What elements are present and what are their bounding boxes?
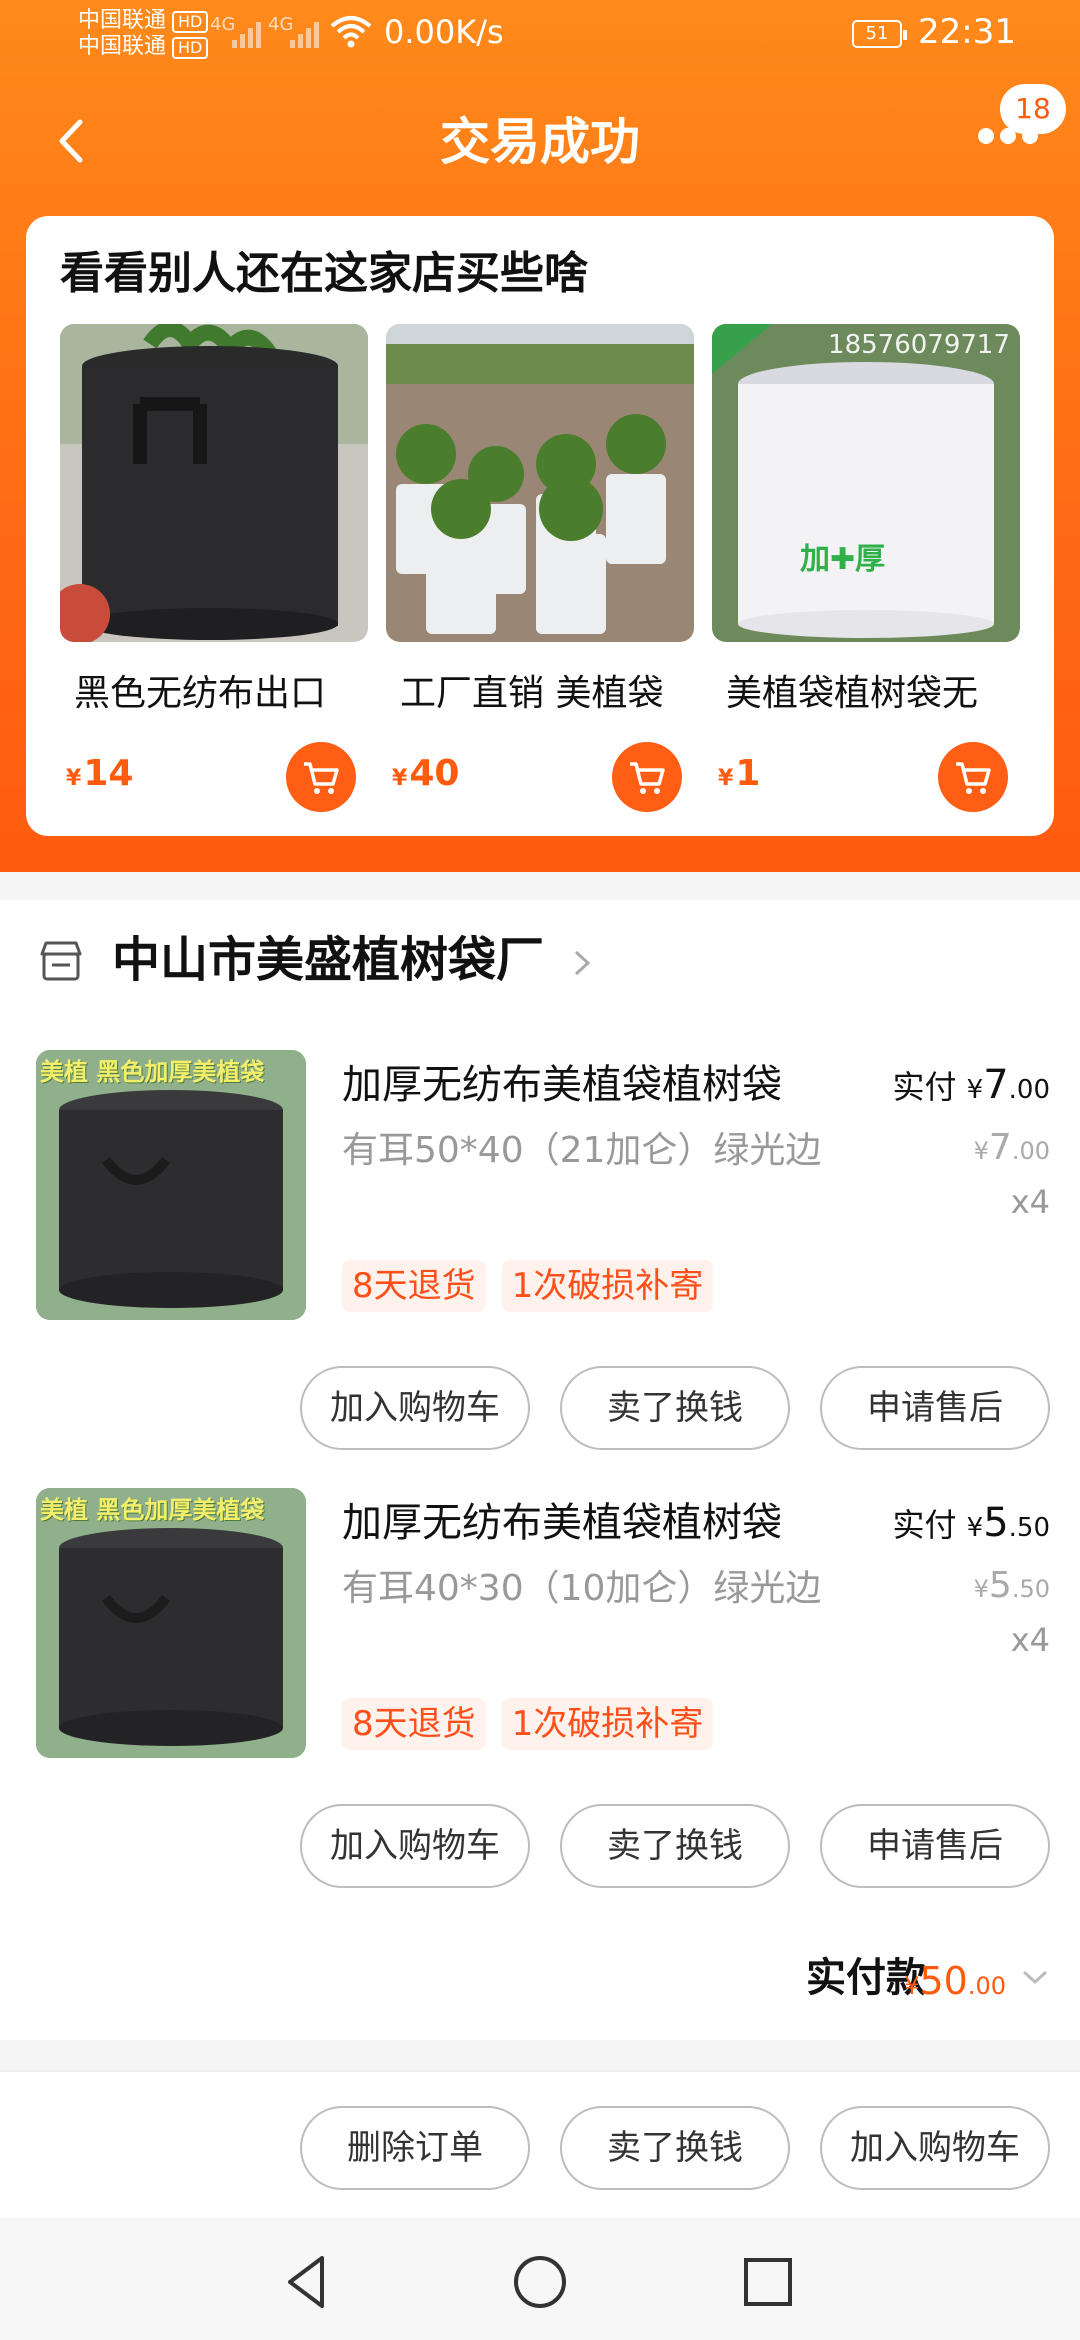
- status-bar: 中国联通 HD 中国联通 HD 4G 4G 0.00K/s 51 22:31: [0, 0, 1080, 80]
- order-item-2-spec: 有耳40*30（10加仑）绿光边: [342, 1568, 822, 1609]
- order-item-2-tags: 8天退货 1次破损补寄: [342, 1698, 714, 1750]
- network-speed: 0.00K/s: [384, 13, 504, 51]
- wifi-icon: [330, 16, 372, 48]
- cart-icon: [956, 762, 991, 794]
- order-item-2-quantity: x4: [1010, 1621, 1050, 1659]
- tag-return: 8天退货: [342, 1698, 486, 1750]
- hd-badge-1: HD: [172, 11, 209, 33]
- rec-item-3[interactable]: 18576079717 加✚厚 美植袋植树袋无 ¥1: [712, 324, 1020, 812]
- total-amount: ¥50.00: [904, 1959, 1006, 2003]
- order-item-1-unit-price: ¥7.00: [973, 1127, 1050, 1168]
- carrier-info: 中国联通 HD 中国联通 HD: [78, 8, 209, 60]
- order-item-1-spec: 有耳50*40（21加仑）绿光边: [342, 1130, 822, 1171]
- shop-name[interactable]: 中山市美盛植树袋厂: [112, 930, 544, 990]
- order-item-1-tags: 8天退货 1次破损补寄: [342, 1260, 714, 1312]
- delete-order-button[interactable]: 删除订单: [300, 2106, 530, 2190]
- rec-item-1-price: ¥14: [66, 753, 134, 794]
- order-item-1-name[interactable]: 加厚无纺布美植袋植树袋: [342, 1058, 782, 1112]
- resell-button[interactable]: 卖了换钱: [560, 1804, 790, 1888]
- rec-item-3-price: ¥1: [718, 753, 761, 794]
- rec-item-2[interactable]: 工厂直销 美植袋 ¥40: [386, 324, 694, 812]
- nav-home-icon[interactable]: [508, 2250, 572, 2314]
- add-to-cart-button[interactable]: 加入购物车: [300, 1804, 530, 1888]
- add-to-cart-button[interactable]: 加入购物车: [300, 1366, 530, 1450]
- recommendation-title: 看看别人还在这家店买些啥: [60, 248, 588, 299]
- order-item-1-quantity: x4: [1010, 1183, 1050, 1221]
- order-item-2-paid: 实付 ¥5.50: [892, 1500, 1050, 1546]
- order-item-1-paid: 实付 ¥7.00: [892, 1062, 1050, 1108]
- order-item-1-actions: 加入购物车 卖了换钱 申请售后: [300, 1366, 1050, 1450]
- cart-icon: [304, 762, 339, 794]
- rec-item-3-cart-button[interactable]: [938, 742, 1008, 812]
- order-item-1: 美植 黑色加厚美植袋 加厚无纺布美植袋植树袋 有耳50*40（21加仑）绿光边 …: [0, 1050, 1080, 1490]
- message-count-badge[interactable]: 18: [1000, 84, 1066, 134]
- bottom-action-bar: 删除订单 卖了换钱 加入购物车: [0, 2070, 1080, 2218]
- rec-item-2-name: 工厂直销 美植袋: [400, 673, 664, 714]
- carrier-1: 中国联通: [78, 8, 167, 33]
- battery-level: 51: [865, 23, 889, 44]
- cart-icon: [630, 762, 665, 794]
- recommendation-card: 看看别人还在这家店买些啥 黑色无纺布出口 ¥14 工厂直销 美植袋 ¥40 18…: [26, 216, 1054, 836]
- rec-item-2-image[interactable]: [386, 324, 694, 642]
- order-item-2: 美植 黑色加厚美植袋 加厚无纺布美植袋植树袋 有耳40*30（10加仑）绿光边 …: [0, 1488, 1080, 1928]
- order-item-2-unit-price: ¥5.50: [973, 1565, 1050, 1606]
- order-item-2-image[interactable]: 美植 黑色加厚美植袋: [36, 1488, 306, 1758]
- rec-item-1-image[interactable]: [60, 324, 368, 642]
- after-sales-button[interactable]: 申请售后: [820, 1804, 1050, 1888]
- order-total[interactable]: 实付款 ¥50.00: [0, 1934, 1080, 2020]
- tag-damage-reship: 1次破损补寄: [501, 1260, 714, 1312]
- order-item-1-image-text: 美植 黑色加厚美植袋: [40, 1058, 265, 1086]
- battery-icon: 51: [852, 20, 907, 48]
- clock: 22:31: [918, 12, 1016, 52]
- nav-back-icon[interactable]: [276, 2250, 340, 2314]
- hd-badge-2: HD: [172, 37, 209, 59]
- tag-return: 8天退货: [342, 1260, 486, 1312]
- rec-item-3-name: 美植袋植树袋无: [726, 673, 979, 714]
- after-sales-button[interactable]: 申请售后: [820, 1366, 1050, 1450]
- order-item-2-image-text: 美植 黑色加厚美植袋: [40, 1496, 265, 1524]
- chevron-down-icon[interactable]: [1020, 1966, 1050, 1988]
- rec-item-1[interactable]: 黑色无纺布出口 ¥14: [60, 324, 368, 812]
- carrier-2: 中国联通: [78, 34, 167, 59]
- system-navigation-bar: [0, 2222, 1080, 2340]
- rec-item-2-price: ¥40: [392, 753, 460, 794]
- order-card: 中山市美盛植树袋厂 美植 黑色加厚美植袋 加厚无纺布美植袋植树袋 有耳50*40…: [0, 900, 1080, 2040]
- resell-button[interactable]: 卖了换钱: [560, 2106, 790, 2190]
- resell-button[interactable]: 卖了换钱: [560, 1366, 790, 1450]
- tag-damage-reship: 1次破损补寄: [501, 1698, 714, 1750]
- signal-icon-1: [232, 16, 261, 48]
- nav-recents-icon[interactable]: [736, 2250, 800, 2314]
- rec-item-3-image[interactable]: 18576079717 加✚厚: [712, 324, 1020, 642]
- rec-item-1-cart-button[interactable]: [286, 742, 356, 812]
- rec-item-3-overlay-text: 加✚厚: [800, 542, 886, 577]
- rec-item-3-phone: 18576079717: [828, 330, 1010, 360]
- order-item-2-actions: 加入购物车 卖了换钱 申请售后: [300, 1804, 1050, 1888]
- rec-item-1-name: 黑色无纺布出口: [74, 673, 327, 714]
- shop-icon: [40, 941, 82, 981]
- page-title: 交易成功: [440, 113, 640, 171]
- order-item-2-name[interactable]: 加厚无纺布美植袋植树袋: [342, 1496, 782, 1550]
- order-item-1-image[interactable]: 美植 黑色加厚美植袋: [36, 1050, 306, 1320]
- rec-item-2-cart-button[interactable]: [612, 742, 682, 812]
- add-to-cart-button[interactable]: 加入购物车: [820, 2106, 1050, 2190]
- signal-icon-2: [290, 16, 319, 48]
- chevron-right-icon[interactable]: [568, 948, 594, 978]
